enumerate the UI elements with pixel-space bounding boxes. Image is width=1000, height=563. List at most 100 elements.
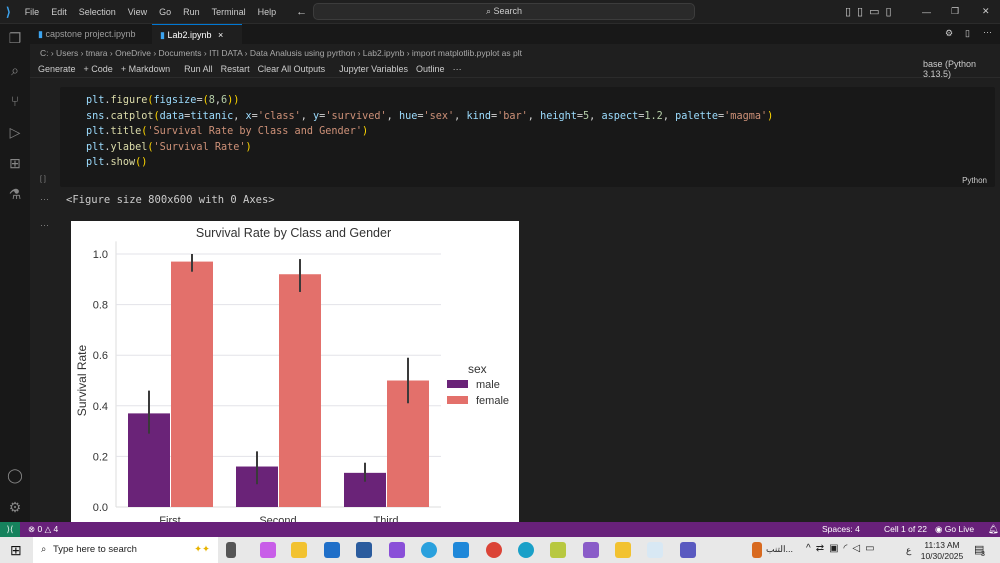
maximize-icon[interactable]: ❐ — [951, 6, 959, 17]
search-icon[interactable]: ⌕ — [7, 62, 23, 78]
run-debug-icon[interactable]: ▷ — [7, 124, 23, 140]
windows-taskbar: ⊞ ⌕ Type here to search✦✦ التنب... ^⇄▣◜◁… — [0, 537, 1000, 563]
cell-position[interactable]: Cell 1 of 22 — [884, 522, 927, 537]
outline-button[interactable]: Outline — [416, 64, 445, 74]
jupyter-variables-button[interactable]: Jupyter Variables — [339, 64, 408, 74]
search-placeholder: Type here to search — [53, 544, 137, 555]
chrome-icon[interactable] — [486, 542, 502, 558]
code-cell[interactable]: plt.figure(figsize=(8,6))sns.catplot(dat… — [60, 87, 995, 187]
code-token: data — [160, 111, 185, 122]
output-more-icon[interactable]: ··· — [40, 194, 49, 204]
go-live-label: Go Live — [945, 524, 974, 534]
arabic-app-label: التنب... — [766, 544, 793, 555]
code-token: , — [663, 111, 675, 122]
more-icon[interactable]: ··· — [453, 64, 462, 74]
output-more-icon[interactable]: ··· — [40, 220, 49, 230]
tab-lab2[interactable]: ▮ Lab2.ipynb × — [152, 24, 242, 44]
menu-run[interactable]: Run — [177, 7, 206, 17]
code-token: ) — [362, 126, 368, 137]
status-bar: ⟩⟨ ⊗ 0 △ 4 Spaces: 4 Cell 1 of 22 ◉ Go L… — [0, 522, 1000, 537]
more-actions-icon[interactable]: ··· — [983, 27, 992, 37]
outlook-icon[interactable] — [324, 542, 340, 558]
tab-close-icon[interactable]: × — [218, 30, 223, 40]
remote-icon[interactable]: ⟩⟨ — [0, 522, 20, 537]
menu-file[interactable]: File — [19, 7, 46, 17]
arabic-app-icon[interactable] — [752, 542, 762, 558]
code-token: 'sex' — [423, 111, 454, 122]
menu-edit[interactable]: Edit — [45, 7, 73, 17]
menu-selection[interactable]: Selection — [73, 7, 122, 17]
clock-date: 10/30/2025 — [920, 551, 964, 562]
menu-terminal[interactable]: Terminal — [206, 7, 252, 17]
code-token: ) — [246, 142, 252, 153]
settings-gear-icon[interactable]: ⚙ — [7, 499, 23, 515]
teams-icon[interactable] — [680, 542, 696, 558]
code-line: plt.ylabel('Survival Rate') — [86, 140, 773, 156]
language-label[interactable]: Python — [962, 176, 987, 185]
add-code-button[interactable]: + Code — [84, 64, 113, 74]
windows-start-icon[interactable]: ⊞ — [10, 542, 22, 559]
generate-button[interactable]: Generate — [38, 64, 76, 74]
code-token: () — [135, 157, 147, 168]
y-tick-label: 1.0 — [93, 249, 108, 261]
menu-view[interactable]: View — [122, 7, 153, 17]
indentation-status[interactable]: Spaces: 4 — [822, 522, 860, 537]
close-icon[interactable]: ✕ — [982, 6, 990, 17]
back-arrow-icon[interactable]: ← — [296, 6, 307, 18]
system-tray-icons[interactable]: ^⇄▣◜◁▭ — [806, 543, 880, 554]
go-live-button[interactable]: ◉ Go Live — [935, 522, 974, 537]
kernel-picker[interactable]: base (Python 3.13.5) — [923, 59, 1000, 79]
code-token: catplot — [111, 111, 154, 122]
taskbar-search[interactable]: ⌕ Type here to search✦✦ — [33, 537, 218, 563]
task-view-icon[interactable] — [226, 542, 236, 558]
tab-capstone[interactable]: ▮ capstone project.ipynb — [30, 24, 150, 44]
split-editor-icon[interactable]: ▯ — [965, 28, 970, 39]
store-icon[interactable] — [356, 542, 372, 558]
y-tick-label: 0.4 — [93, 401, 108, 413]
settings-gear-icon[interactable]: ⚙ — [945, 28, 953, 39]
notifications-bell-icon[interactable]: 🔔︎ — [988, 522, 999, 537]
edge-icon[interactable] — [518, 542, 534, 558]
execution-count: [ ] — [40, 176, 46, 183]
code-token: ) — [767, 111, 773, 122]
code-token: 'Survival Rate' — [154, 142, 246, 153]
layout-icons[interactable]: ▯▯▭▯ — [845, 5, 898, 18]
legend-title: sex — [468, 362, 487, 376]
add-markdown-button[interactable]: + Markdown — [121, 64, 170, 74]
code-token: plt — [86, 157, 104, 168]
app-icon[interactable] — [550, 542, 566, 558]
vscode-taskbar-icon[interactable] — [453, 542, 469, 558]
code-token: palette — [675, 111, 718, 122]
tab-label: capstone project.ipynb — [45, 29, 135, 39]
breadcrumb[interactable]: C: › Users › tmara › OneDrive › Document… — [30, 46, 522, 60]
power-bi-icon[interactable] — [615, 542, 631, 558]
x-tick-label: Second — [259, 515, 296, 522]
notification-count: 3 — [981, 551, 985, 558]
m365-icon[interactable] — [389, 542, 405, 558]
explorer-icon[interactable]: ❐ — [7, 30, 23, 46]
restart-button[interactable]: Restart — [221, 64, 250, 74]
telegram-icon[interactable] — [421, 542, 437, 558]
account-icon[interactable]: ◯ — [7, 467, 23, 483]
clear-outputs-button[interactable]: Clear All Outputs — [258, 64, 326, 74]
code-editor[interactable]: plt.figure(figsize=(8,6))sns.catplot(dat… — [86, 93, 773, 171]
testing-icon[interactable]: ⚗ — [7, 186, 23, 202]
menu-go[interactable]: Go — [153, 7, 177, 17]
app-snowflake-icon[interactable] — [647, 542, 663, 558]
clock[interactable]: 11:13 AM10/30/2025 — [920, 540, 964, 562]
file-explorer-icon[interactable] — [291, 542, 307, 558]
command-search[interactable]: ⌕ Search — [313, 3, 695, 20]
tab-label: Lab2.ipynb — [167, 30, 211, 40]
minimize-icon[interactable]: — — [922, 7, 931, 17]
copilot-icon[interactable] — [260, 542, 276, 558]
language-indicator[interactable]: ع — [906, 545, 911, 556]
source-control-icon[interactable]: ⑂ — [7, 93, 23, 109]
code-token: figsize — [154, 95, 197, 106]
problems-indicator[interactable]: ⊗ 0 △ 4 — [28, 522, 58, 537]
extensions-icon[interactable]: ⊞ — [7, 155, 23, 171]
visual-studio-icon[interactable] — [583, 542, 599, 558]
run-all-button[interactable]: Run All — [184, 64, 213, 74]
bar-chart: 0.00.20.40.60.81.0FirstSecondThirdSurviv… — [71, 221, 519, 522]
code-token: titanic — [190, 111, 233, 122]
menu-help[interactable]: Help — [252, 7, 283, 17]
